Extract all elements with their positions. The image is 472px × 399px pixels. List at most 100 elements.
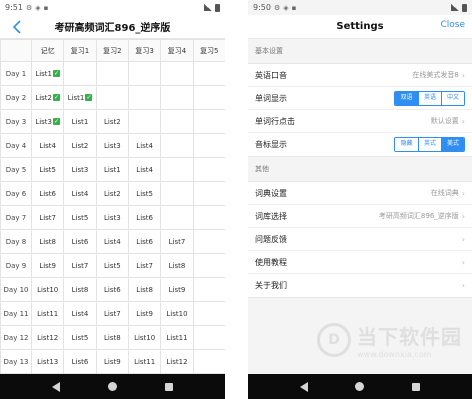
schedule-cell[interactable]: List6 [63, 229, 97, 254]
schedule-cell[interactable]: List9 [127, 301, 162, 326]
schedule-cell[interactable]: List1 [95, 157, 129, 182]
schedule-cell[interactable]: List5 [30, 157, 65, 182]
table-row: Day 3 List3 ✓ List1 List2 [0, 109, 225, 134]
schedule-cell[interactable]: List7 [95, 301, 129, 326]
table-row: Day 12 List12 List5 List8 List10 List11 [0, 325, 225, 350]
section-label-other: 其他 [255, 165, 269, 173]
schedule-cell [192, 205, 225, 230]
back-button[interactable] [8, 18, 24, 36]
schedule-cell[interactable]: List12 [30, 325, 65, 350]
schedule-cell[interactable]: List1 ✓ [30, 61, 65, 86]
schedule-cell[interactable]: List3 [63, 157, 97, 182]
setting-label: 英语口音 [255, 70, 287, 80]
schedule-cell[interactable]: List6 [127, 205, 162, 230]
setting-accent[interactable]: 英语口音 在线美式发音8 › [248, 64, 472, 87]
schedule-cell[interactable]: List8 [127, 277, 162, 302]
schedule-cell[interactable]: List7 [127, 253, 162, 278]
segment-option[interactable]: 隐藏 [395, 138, 418, 151]
schedule-cell[interactable]: List11 [160, 325, 194, 350]
day-label: Day 9 [0, 253, 32, 278]
schedule-cell[interactable]: List3 [95, 205, 129, 230]
schedule-cell[interactable]: List4 [63, 301, 97, 326]
phonetic-segmented-control: 隐藏 英式 美式 [394, 137, 465, 152]
schedule-cell[interactable]: List5 [63, 205, 97, 230]
segment-option[interactable]: 双语 [395, 91, 418, 105]
watermark: D 当下软件园 www.downxia.com [317, 321, 462, 359]
schedule-cell[interactable]: List7 [160, 229, 194, 254]
schedule-cell[interactable]: List7 [30, 205, 65, 230]
schedule-cell[interactable]: List6 [95, 277, 129, 302]
schedule-cell[interactable]: List5 [127, 181, 162, 206]
schedule-cell[interactable]: List10 [30, 277, 65, 302]
nav-back-icon[interactable] [299, 381, 308, 392]
schedule-cell[interactable]: List12 [160, 349, 194, 374]
schedule-cell[interactable]: List4 [127, 133, 162, 158]
schedule-cell[interactable]: List11 [127, 349, 162, 374]
schedule-cell[interactable]: List4 [127, 157, 162, 182]
schedule-cell[interactable]: List7 [63, 253, 97, 278]
setting-label: 词典设置 [255, 188, 287, 198]
segment-option[interactable]: 中文 [441, 91, 464, 105]
nav-back-icon[interactable] [52, 381, 60, 392]
schedule-cell [192, 253, 225, 278]
setting-wordbank[interactable]: 词库选择 考研高频词汇896_逆序版 › [248, 205, 472, 228]
segment-option[interactable]: 美式 [441, 138, 464, 151]
schedule-cell[interactable]: List1 [63, 109, 97, 134]
schedule-cell[interactable]: List4 [95, 229, 129, 254]
schedule-cell[interactable]: List2 [63, 133, 97, 158]
column-header [0, 39, 32, 62]
setting-feedback[interactable]: 问题反馈 › [248, 228, 472, 251]
schedule-cell[interactable]: List10 [160, 301, 194, 326]
schedule-cell [192, 181, 225, 206]
nav-home-icon[interactable] [108, 382, 117, 391]
schedule-cell [160, 205, 194, 230]
setting-about[interactable]: 关于我们 › [248, 274, 472, 297]
setting-label: 单词行点击 [255, 116, 295, 126]
nav-recent-icon[interactable] [165, 382, 173, 391]
schedule-cell[interactable]: List8 [63, 277, 97, 302]
top-bar: 考研高频词汇896_逆序版 [0, 15, 225, 39]
setting-phonetic-display: 音标显示 隐藏 英式 美式 [248, 133, 472, 156]
schedule-cell[interactable]: List6 [63, 349, 97, 374]
column-header: 记忆 [30, 39, 65, 62]
schedule-cell [63, 61, 97, 86]
setting-value: 考研高频词汇896_逆序版 [378, 212, 459, 220]
schedule-cell[interactable]: List10 [127, 325, 162, 350]
schedule-cell[interactable]: List9 [95, 349, 129, 374]
schedule-cell[interactable]: List11 [30, 301, 65, 326]
nav-recent-icon[interactable] [412, 382, 421, 391]
schedule-cell[interactable]: List3 [95, 133, 129, 158]
schedule-cell[interactable]: List2 [95, 109, 129, 134]
table-row: Day 11 List11 List4 List7 List9 List10 [0, 301, 225, 326]
schedule-cell[interactable]: List8 [160, 253, 194, 278]
schedule-cell[interactable]: List2 ✓ [30, 85, 65, 110]
schedule-cell[interactable]: List5 [63, 325, 97, 350]
setting-dictionary[interactable]: 词典设置 在线词典 › [248, 182, 472, 205]
schedule-cell[interactable]: List1 ✓ [63, 85, 97, 110]
system-nav-bar [0, 374, 225, 399]
shield-icon: ◈ [35, 3, 41, 12]
segment-option[interactable]: 英语 [418, 91, 441, 105]
schedule-cell[interactable]: List8 [95, 325, 129, 350]
nav-home-icon[interactable] [355, 382, 365, 391]
setting-tutorial[interactable]: 使用教程 › [248, 251, 472, 274]
schedule-cell[interactable]: List9 [30, 253, 65, 278]
table-row: Day 1 List1 ✓ [0, 61, 225, 86]
day-label: Day 12 [0, 325, 32, 350]
schedule-cell[interactable]: List4 [63, 181, 97, 206]
close-button[interactable]: Close [440, 20, 465, 30]
schedule-cell[interactable]: List8 [30, 229, 65, 254]
schedule-cell[interactable]: List13 [30, 349, 65, 374]
schedule-cell[interactable]: List4 [30, 133, 65, 158]
schedule-cell[interactable]: List6 [30, 181, 65, 206]
schedule-cell[interactable]: List2 [95, 181, 129, 206]
schedule-cell[interactable]: List3 ✓ [30, 109, 65, 134]
schedule-cell[interactable]: List5 [95, 253, 129, 278]
setting-word-row-click[interactable]: 单词行点击 默认设置 › [248, 110, 472, 133]
schedule-cell [192, 301, 225, 326]
column-header: 复习4 [160, 39, 194, 62]
segment-option[interactable]: 英式 [418, 138, 441, 151]
schedule-cell[interactable]: List9 [160, 277, 194, 302]
schedule-cell [192, 229, 225, 254]
schedule-cell[interactable]: List6 [127, 229, 162, 254]
